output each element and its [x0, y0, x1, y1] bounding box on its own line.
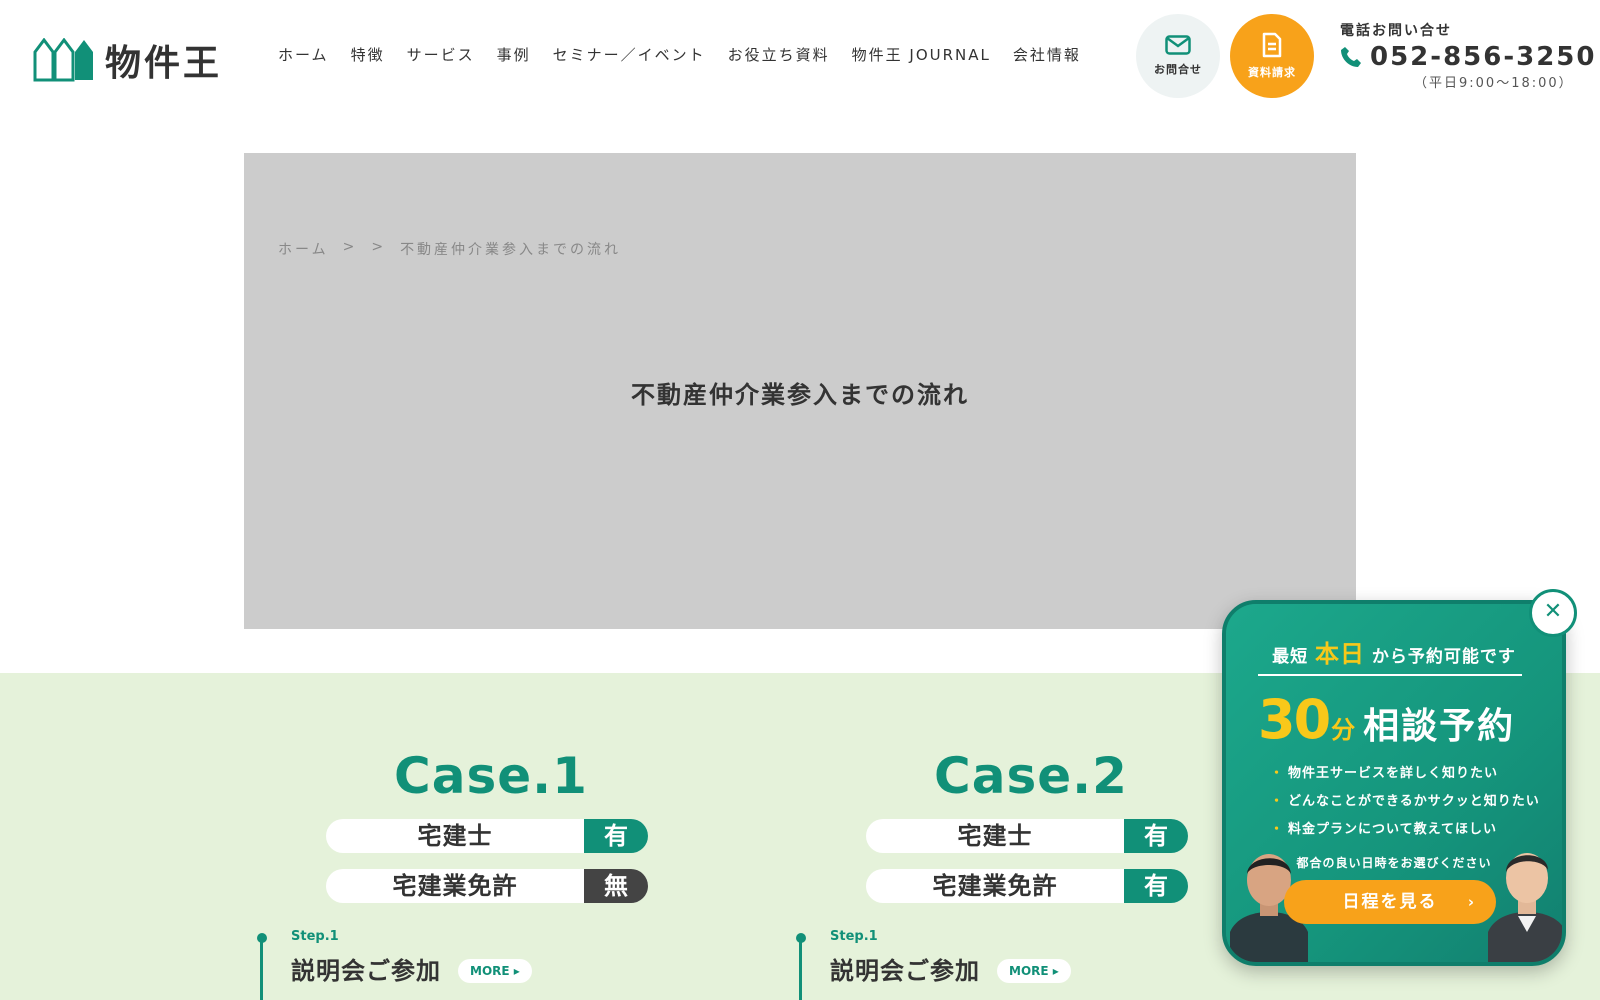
breadcrumb-separator: >	[371, 239, 387, 255]
contact-button-label: お問合せ	[1154, 63, 1202, 76]
chevron-right-icon: ›	[1467, 893, 1476, 911]
case-title: Case.2	[934, 747, 1128, 805]
phone-label: 電話お問い合せ	[1340, 23, 1452, 39]
popup-minutes-unit: 分	[1331, 716, 1356, 744]
popup-title: 30 分 相談予約	[1258, 688, 1515, 751]
license-label: 宅建業免許	[392, 872, 518, 900]
qualification-value: 有	[584, 819, 648, 853]
breadcrumb-separator: >	[342, 239, 358, 255]
logo-mark-icon	[33, 38, 93, 82]
popup-subtext: 都合の良い日時をお選びください	[1296, 856, 1492, 870]
logo[interactable]: 物件王	[33, 34, 222, 86]
qualification-label: 宅建士	[417, 822, 493, 850]
case-title: Case.1	[394, 747, 588, 805]
consultation-popup[interactable]: 最短 本日 から予約可能です 30 分 相談予約 ・物件王サービスを詳しく知りた…	[1222, 600, 1566, 966]
popup-title-text: 相談予約	[1363, 706, 1516, 747]
license-value: 無	[584, 869, 648, 903]
list-item: ・物件王サービスを詳しく知りたい	[1270, 766, 1499, 781]
license-value: 有	[1124, 869, 1188, 903]
view-schedule-button[interactable]: 日程を見る ›	[1284, 880, 1496, 924]
nav-item-home[interactable]: ホーム	[278, 44, 329, 65]
breadcrumb: ホーム > > 不動産仲介業参入までの流れ	[278, 239, 621, 259]
step-timeline	[260, 939, 263, 1000]
nav-item-features[interactable]: 特徴	[351, 44, 385, 65]
nav-item-seminars[interactable]: セミナー／イベント	[553, 44, 706, 65]
close-popup-button[interactable]: ✕	[1529, 589, 1577, 637]
step-label: Step.1	[830, 929, 878, 944]
more-button[interactable]: MORE ▸	[997, 959, 1071, 983]
popup-divider	[1258, 674, 1522, 676]
page-hero: ホーム > > 不動産仲介業参入までの流れ 不動産仲介業参入までの流れ	[244, 153, 1356, 629]
qualification-label: 宅建士	[957, 822, 1033, 850]
step-title: 説明会ご参加	[291, 957, 441, 985]
popup-benefit-list: ・物件王サービスを詳しく知りたい ・どんなことができるかサクッと知りたい ・料金…	[1270, 762, 1540, 846]
nav-item-cases[interactable]: 事例	[497, 44, 531, 65]
document-icon	[1262, 32, 1282, 58]
breadcrumb-home[interactable]: ホーム	[278, 239, 329, 259]
popup-headline: 最短 本日 から予約可能です	[1226, 634, 1562, 669]
nav-item-resources[interactable]: お役立ち資料	[728, 44, 830, 65]
phone-icon	[1341, 47, 1361, 67]
phone-number: 052-856-3250	[1370, 42, 1597, 72]
license-label: 宅建業免許	[932, 872, 1058, 900]
step-label: Step.1	[291, 929, 339, 944]
phone-hours: （平日9:00〜18:00）	[1414, 76, 1574, 91]
more-button[interactable]: MORE ▸	[458, 959, 532, 983]
popup-minutes: 30	[1258, 688, 1331, 751]
qualification-row: 宅建士 有	[326, 819, 648, 853]
step-title: 説明会ご参加	[830, 957, 980, 985]
license-row: 宅建業免許 無	[326, 869, 648, 903]
nav-item-services[interactable]: サービス	[407, 44, 475, 65]
popup-headline-pre: 最短	[1272, 647, 1309, 667]
phone-contact: 電話お問い合せ 052-856-3250 （平日9:00〜18:00）	[1340, 20, 1597, 91]
qualification-value: 有	[1124, 819, 1188, 853]
breadcrumb-current: 不動産仲介業参入までの流れ	[400, 242, 622, 258]
page-title: 不動産仲介業参入までの流れ	[631, 381, 969, 409]
mail-icon	[1165, 35, 1191, 55]
popup-headline-highlight: 本日	[1315, 640, 1365, 668]
step-timeline	[799, 939, 802, 1000]
list-item: ・どんなことができるかサクッと知りたい	[1270, 794, 1540, 809]
request-docs-button-label: 資料請求	[1248, 66, 1296, 79]
nav-item-company[interactable]: 会社情報	[1013, 44, 1081, 65]
qualification-row: 宅建士 有	[866, 819, 1188, 853]
site-header: 物件王 ホーム 特徴 サービス 事例 セミナー／イベント お役立ち資料 物件王 …	[0, 0, 1600, 115]
logo-text: 物件王	[105, 43, 223, 84]
phone-number-row[interactable]: 052-856-3250	[1340, 42, 1597, 72]
list-item: ・料金プランについて教えてほしい	[1270, 822, 1497, 837]
nav-item-journal[interactable]: 物件王 JOURNAL	[852, 44, 991, 65]
popup-headline-post: から予約可能です	[1371, 647, 1516, 667]
request-docs-button[interactable]: 資料請求	[1230, 14, 1314, 98]
license-row: 宅建業免許 有	[866, 869, 1188, 903]
main-nav: ホーム 特徴 サービス 事例 セミナー／イベント お役立ち資料 物件王 JOUR…	[278, 44, 1081, 65]
view-schedule-label: 日程を見る	[1342, 892, 1438, 912]
contact-button[interactable]: お問合せ	[1136, 14, 1220, 98]
